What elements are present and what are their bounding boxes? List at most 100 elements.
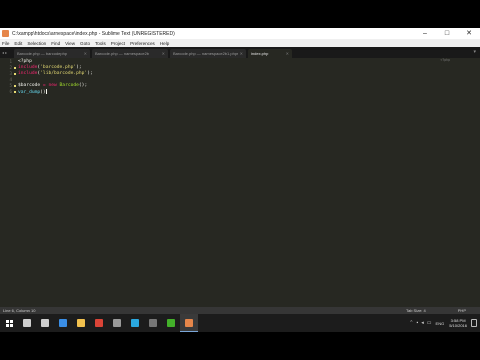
menu-find[interactable]: Find [51,41,60,46]
line-number: 2 [9,65,12,70]
taskbar-app[interactable] [144,314,162,332]
tab-label: Barcode.php — namespace2b [95,51,150,56]
menu-view[interactable]: View [65,41,75,46]
code-line-1: <?php [18,59,32,64]
modified-line-marker [14,67,16,69]
sublime-app-icon [2,30,9,37]
app-icon [149,319,157,327]
tab-size-selector[interactable]: Tab Size: 4 [406,308,426,313]
taskbar-search[interactable] [18,314,36,332]
windows-taskbar: ⌃ ▪ ◂ ▭ ENG 3:58 PM 5/10/2016 [0,314,480,332]
edge-icon [59,319,67,327]
menu-edit[interactable]: Edit [14,41,22,46]
code-editor[interactable]: 1 2 3 4 5 6 <?php include('barcode.php')… [0,58,480,307]
taskbar-skype[interactable] [126,314,144,332]
window-title: C:\xampp\htdocs\arnespace\index.php - Su… [12,30,175,37]
status-bar: Line 6, Column 10 Tab Size: 4 PHP [0,307,480,314]
chevron-up-icon[interactable]: ⌃ [409,320,413,326]
taskbar-file-explorer[interactable] [72,314,90,332]
code-line-2: include('barcode.php'); [18,65,82,70]
minimap[interactable]: <?php [440,58,450,62]
menu-goto[interactable]: Goto [80,41,90,46]
network-icon[interactable]: ▪ [417,320,419,326]
close-icon[interactable]: ✕ [162,51,165,56]
clock-date: 5/10/2016 [449,323,467,328]
sublime-text-icon [185,318,193,327]
line-number: 4 [9,77,12,82]
tab-index-php[interactable]: index.php ✕ [248,49,292,58]
tab-barcode-1[interactable]: Barcode.php — barcodephp ✕ [14,49,90,58]
language-indicator[interactable]: ENG [436,321,445,326]
modified-line-marker [14,73,16,75]
camtasia-icon [167,319,175,327]
paren: ); [76,65,82,70]
taskbar-sublime-text[interactable] [180,314,198,332]
class-name: Barcode [56,83,79,88]
settings-icon [113,319,121,327]
windows-logo-icon [5,319,13,327]
chrome-icon [95,319,103,327]
string-literal: 'barcode.php' [40,65,77,70]
close-icon[interactable]: ✕ [240,51,243,56]
clock[interactable]: 3:58 PM 5/10/2016 [449,318,467,328]
text-cursor [45,89,47,94]
paren: (); [78,83,88,88]
paren: ); [87,71,93,76]
notifications-icon[interactable] [471,319,477,327]
search-icon [23,319,31,327]
taskbar-edge[interactable] [54,314,72,332]
menu-tools[interactable]: Tools [95,41,106,46]
code-line-6: var_dump() [18,89,47,95]
taskbar-chrome[interactable] [90,314,108,332]
modified-line-marker [14,85,16,87]
modified-line-marker [14,91,16,93]
taskbar-task-view[interactable] [36,314,54,332]
battery-icon[interactable]: ▭ [427,320,432,326]
line-number: 1 [9,59,12,64]
menu-selection[interactable]: Selection [27,41,46,46]
tab-label: Barcode.php — namespace2b1.phpsec [173,51,238,56]
syntax-selector[interactable]: PHP [458,308,466,313]
tab-bar: ◂ ▸ Barcode.php — barcodephp ✕ Barcode.p… [0,47,480,58]
task-view-icon [41,319,49,327]
tab-barcode-2[interactable]: Barcode.php — namespace2b ✕ [92,49,168,58]
window-controls: – □ ✕ [414,28,480,39]
menu-bar: File Edit Selection Find View Goto Tools… [0,39,480,47]
line-number: 6 [9,89,12,94]
taskbar-settings[interactable] [108,314,126,332]
string-literal: 'lib/barcode.php' [40,71,88,76]
maximize-button[interactable]: □ [436,28,458,39]
function-name: var_dump [18,90,41,95]
line-gutter: 1 2 3 4 5 6 [0,58,14,307]
tab-menu-chevron-down-icon[interactable]: ▾ [473,47,476,58]
taskbar-camtasia[interactable] [162,314,180,332]
close-icon[interactable]: ✕ [84,51,87,56]
cursor-position: Line 6, Column 10 [3,308,36,313]
title-bar: C:\xampp\htdocs\arnespace\index.php - Su… [0,28,480,39]
code-line-5: $barcode = new Barcode(); [18,83,87,88]
file-explorer-icon [77,319,85,327]
start-button[interactable] [0,314,18,332]
system-tray: ⌃ ▪ ◂ ▭ ENG 3:58 PM 5/10/2016 [406,314,480,332]
close-button[interactable]: ✕ [458,28,480,39]
tab-label: Barcode.php — barcodephp [17,51,68,56]
variable: $barcode [18,83,41,88]
php-open-tag: <?php [18,59,32,64]
close-icon[interactable]: ✕ [286,51,289,56]
menu-file[interactable]: File [2,41,9,46]
tab-label: index.php [251,51,269,56]
code-line-3: include('lib/barcode.php'); [18,71,93,76]
skype-icon [131,319,139,327]
volume-icon[interactable]: ◂ [421,320,424,326]
keyword-new: new [48,83,57,88]
tab-barcode-3[interactable]: Barcode.php — namespace2b1.phpsec ✕ [170,49,246,58]
minimize-button[interactable]: – [414,28,436,39]
menu-help[interactable]: Help [160,41,169,46]
line-number: 3 [9,71,12,76]
menu-project[interactable]: Project [111,41,125,46]
tab-nav-arrows[interactable]: ◂ ▸ [0,47,14,58]
keyword: include [18,65,38,70]
menu-preferences[interactable]: Preferences [130,41,155,46]
line-number: 5 [9,83,12,88]
keyword: include [18,71,38,76]
